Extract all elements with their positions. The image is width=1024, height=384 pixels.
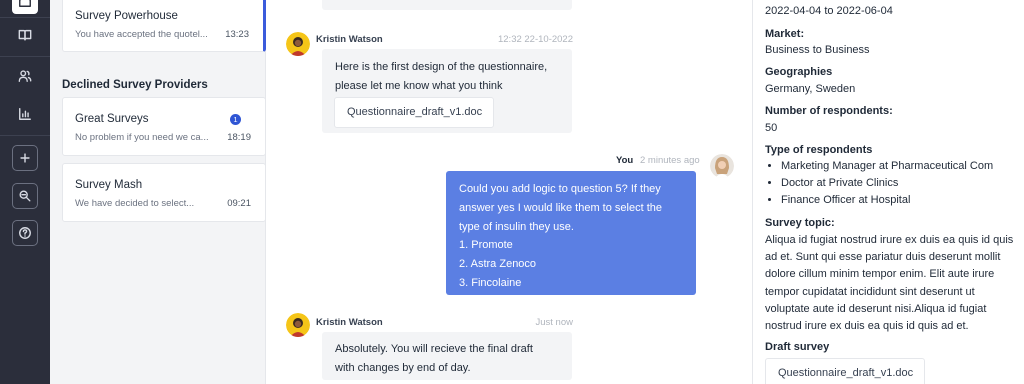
declined-section-title: Declined Survey Providers	[62, 79, 208, 91]
unread-badge: 1	[230, 114, 241, 125]
draft-survey-label: Draft survey	[765, 341, 830, 353]
list-item: Marketing Manager at Pharmaceutical Com	[781, 158, 993, 175]
avatar	[286, 32, 310, 56]
message-line: 1. Promote	[459, 239, 513, 252]
survey-dates: 2022-04-04 to 2022-06-04	[765, 5, 893, 17]
bar-chart-icon[interactable]	[12, 101, 38, 127]
message-line: answer yes I would like them to select t…	[459, 201, 662, 214]
rail-divider	[0, 135, 50, 136]
provider-name: Survey Mash	[75, 179, 143, 191]
provider-name: Great Surveys	[75, 113, 149, 125]
survey-details-panel: 2022-04-04 to 2022-06-04 Market: Busines…	[752, 0, 1024, 384]
market-value: Business to Business	[765, 44, 870, 56]
provider-card-survey-mash[interactable]: Survey Mash We have decided to select...…	[62, 163, 266, 222]
message-author: Kristin Watson	[316, 317, 383, 328]
provider-card-survey-powerhouse[interactable]: Survey Powerhouse You have accepted the …	[62, 0, 266, 52]
chat-panel: Kristin Watson 12:32 22-10-2022 Here is …	[266, 0, 752, 384]
avatar	[710, 154, 734, 178]
provider-preview: No problem if you need we ca...	[75, 132, 209, 143]
message-line: Could you add logic to question 5? If th…	[459, 183, 661, 195]
survey-topic-text: Aliqua id fugiat nostrud irure ex duis e…	[765, 234, 1014, 333]
message-bubble: Absolutely. You will recieve the final d…	[322, 332, 572, 380]
message-line: 3. Fincolaine	[459, 276, 522, 289]
icon-rail	[0, 0, 50, 384]
geographies-value: Germany, Sweden	[765, 83, 856, 95]
chat-search-icon[interactable]	[12, 183, 38, 209]
message-author: Kristin Watson	[316, 34, 383, 45]
message-timestamp: 12:32 22-10-2022	[497, 34, 573, 45]
list-item: Doctor at Private Clinics	[781, 175, 993, 192]
message-line: Absolutely. You will recieve the final d…	[335, 343, 533, 355]
attachment-file[interactable]: Questionnaire_draft_v1.doc	[334, 97, 494, 128]
respondents-label: Number of respondents:	[765, 105, 893, 117]
rail-divider	[0, 56, 50, 57]
survey-topic-label: Survey topic:	[765, 217, 835, 229]
message-author: You	[616, 155, 634, 166]
respondents-value: 50	[765, 122, 778, 134]
provider-preview: You have accepted the quotel...	[75, 29, 208, 40]
message-timestamp: 2 minutes ago	[640, 155, 700, 166]
geographies-label: Geographies	[765, 66, 833, 78]
respondent-type-list: Marketing Manager at Pharmaceutical Com …	[781, 158, 993, 209]
draft-survey-file[interactable]: Questionnaire_draft_v1.doc	[765, 358, 925, 384]
list-item: Finance Officer at Hospital	[781, 192, 993, 209]
message-bubble-outgoing: Could you add logic to question 5? If th…	[446, 171, 696, 295]
rail-divider	[0, 17, 50, 18]
plus-icon[interactable]	[12, 145, 38, 171]
message-timestamp: Just now	[535, 317, 574, 328]
users-icon[interactable]	[12, 63, 38, 89]
respondent-type-label: Type of respondents	[765, 144, 873, 156]
message-line: 2. Astra Zenoco	[459, 258, 537, 271]
message-line: type of insulin they use.	[459, 220, 574, 233]
provider-time: 09:21	[227, 198, 251, 209]
provider-time: 18:19	[227, 132, 251, 143]
provider-card-great-surveys[interactable]: Great Surveys 1 No problem if you need w…	[62, 97, 266, 156]
message-line: with changes by end of day.	[335, 362, 471, 374]
help-icon[interactable]	[12, 220, 38, 246]
message-line: Here is the first design of the question…	[335, 61, 548, 73]
provider-time: 13:23	[225, 29, 249, 40]
message-line: please let me know what you think	[335, 80, 503, 92]
home-icon[interactable]	[12, 0, 38, 14]
provider-list: Survey Powerhouse You have accepted the …	[50, 0, 266, 384]
market-label: Market:	[765, 28, 805, 40]
provider-name: Survey Powerhouse	[75, 10, 178, 22]
avatar	[286, 313, 310, 337]
provider-preview: We have decided to select...	[75, 198, 195, 209]
previous-message-bubble	[322, 0, 572, 10]
book-icon[interactable]	[12, 22, 38, 48]
